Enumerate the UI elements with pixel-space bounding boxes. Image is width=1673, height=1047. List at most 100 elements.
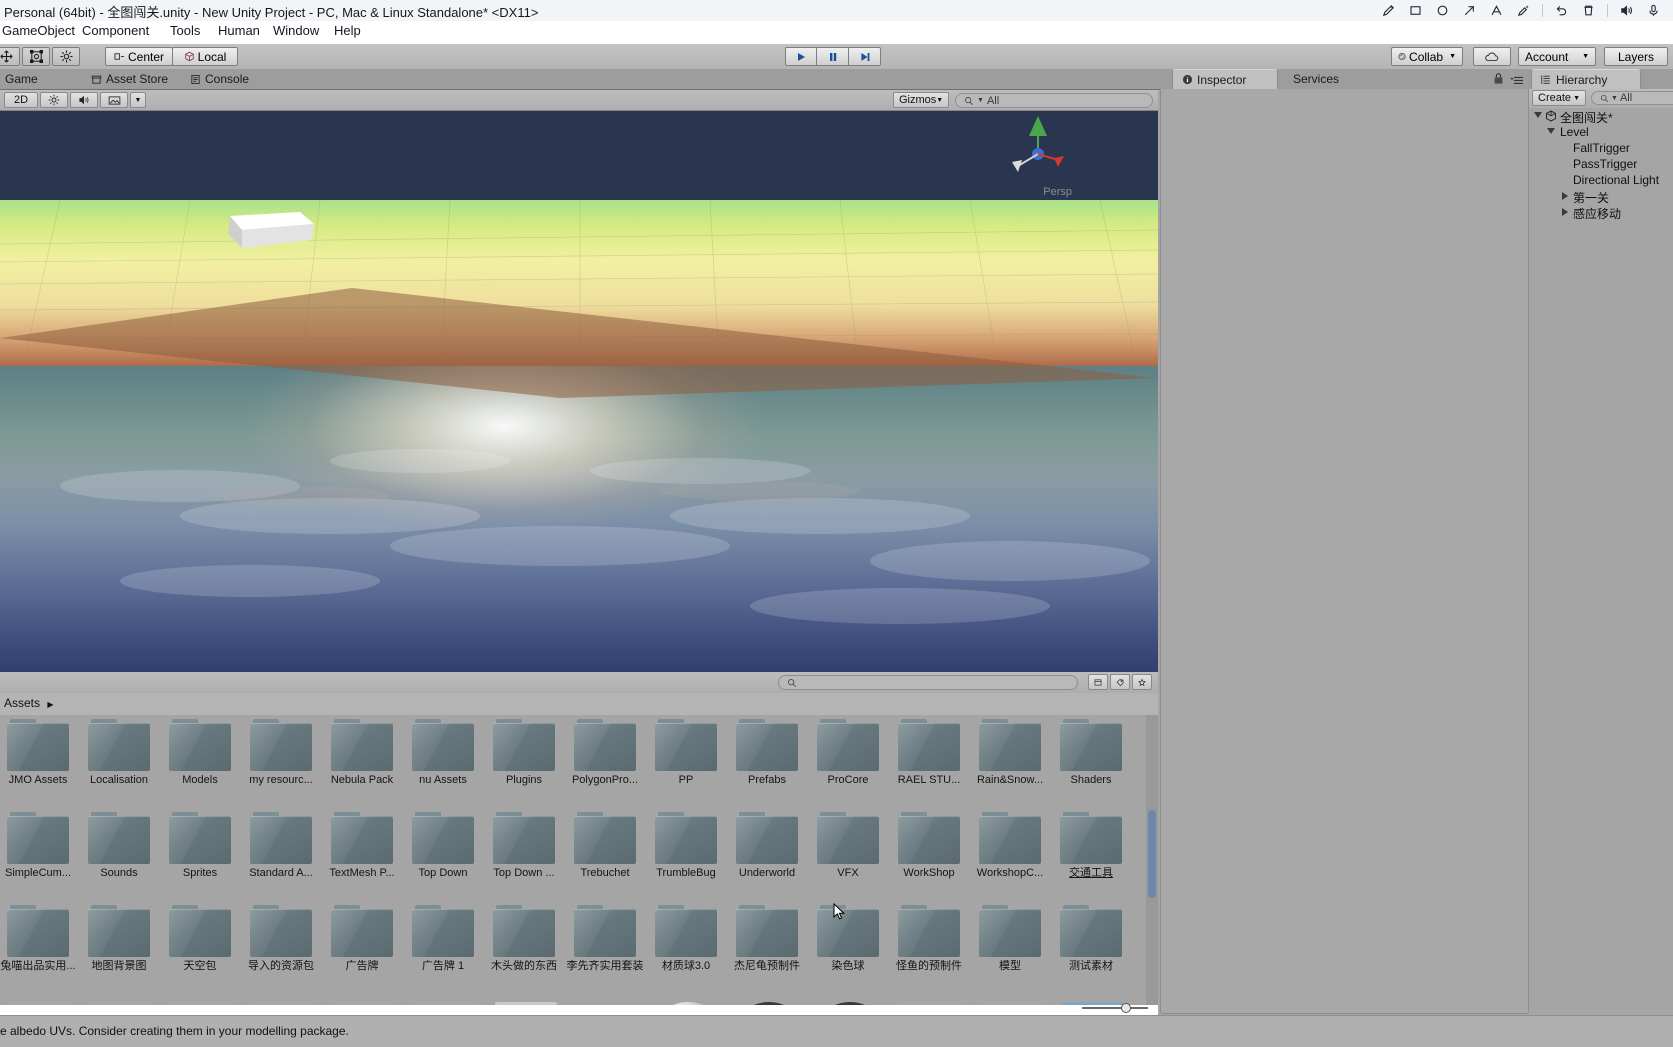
- account-button[interactable]: Account ▼: [1518, 47, 1596, 66]
- hierarchy-item-falltrigger[interactable]: FallTrigger: [1529, 140, 1673, 156]
- filter-by-label-icon[interactable]: [1110, 674, 1130, 690]
- favorites-star-icon[interactable]: [1132, 674, 1152, 690]
- asset-item[interactable]: WorkshopC...: [966, 812, 1054, 880]
- asset-item[interactable]: 李先齐实用套装: [561, 905, 649, 973]
- asset-thumbnail[interactable]: [495, 1002, 557, 1005]
- asset-thumbnail[interactable]: [9, 1002, 71, 1005]
- asset-item[interactable]: 杰尼龟预制件: [723, 905, 811, 973]
- project-scrollbar-thumb[interactable]: [1148, 810, 1156, 898]
- trash-icon[interactable]: [1575, 0, 1602, 21]
- microphone-icon[interactable]: [1640, 0, 1667, 21]
- asset-thumbnail[interactable]: [657, 1002, 719, 1005]
- tab-services[interactable]: Services: [1284, 69, 1348, 89]
- asset-item[interactable]: Trebuchet: [561, 812, 649, 880]
- asset-thumbnail[interactable]: [333, 1002, 395, 1005]
- asset-item[interactable]: 怪鱼的预制件: [885, 905, 973, 973]
- effects-dropdown-button[interactable]: ▼: [130, 92, 146, 108]
- speaker-icon-scene[interactable]: [70, 92, 98, 108]
- 2d-toggle-button[interactable]: 2D: [4, 92, 38, 108]
- asset-item[interactable]: 兔喵出品实用...: [0, 905, 82, 973]
- asset-item[interactable]: JMO Assets: [0, 719, 82, 787]
- asset-item[interactable]: TextMesh P...: [318, 812, 406, 880]
- asset-item[interactable]: 广告牌: [318, 905, 406, 973]
- rectangle-icon[interactable]: [1402, 0, 1429, 21]
- lock-icon[interactable]: [1493, 72, 1504, 90]
- collab-button[interactable]: Collab ▼: [1391, 47, 1463, 66]
- asset-item[interactable]: PP: [642, 719, 730, 787]
- step-button[interactable]: [849, 47, 881, 66]
- asset-item[interactable]: 广告牌 1: [399, 905, 487, 973]
- scene-viewport[interactable]: Persp: [0, 90, 1158, 672]
- tab-inspector[interactable]: Inspector: [1172, 69, 1278, 89]
- asset-thumbnail[interactable]: [819, 1002, 881, 1005]
- ellipse-icon[interactable]: [1429, 0, 1456, 21]
- asset-item[interactable]: Localisation: [75, 719, 163, 787]
- asset-item[interactable]: 交通工具: [1047, 812, 1135, 880]
- asset-thumbnail[interactable]: [414, 1002, 476, 1005]
- transform-tool-button[interactable]: [52, 47, 80, 66]
- asset-thumbnail[interactable]: [981, 1002, 1043, 1005]
- asset-item[interactable]: 木头做的东西: [480, 905, 568, 973]
- highlighter-icon[interactable]: [1510, 0, 1537, 21]
- menu-help[interactable]: Help: [334, 23, 361, 38]
- asset-thumbnail[interactable]: [900, 1002, 962, 1005]
- create-button[interactable]: Create ▼: [1532, 90, 1586, 106]
- asset-item[interactable]: Top Down ...: [480, 812, 568, 880]
- asset-item[interactable]: ProCore: [804, 719, 892, 787]
- asset-item[interactable]: Models: [156, 719, 244, 787]
- rect-tool-button[interactable]: [22, 47, 50, 66]
- project-scrollbar[interactable]: [1146, 715, 1158, 1005]
- asset-item[interactable]: 模型: [966, 905, 1054, 973]
- project-search-input[interactable]: [778, 675, 1078, 690]
- play-button[interactable]: [785, 47, 817, 66]
- asset-item[interactable]: 测试素材: [1047, 905, 1135, 973]
- asset-thumbnail[interactable]: [252, 1002, 314, 1005]
- asset-item[interactable]: Top Down: [399, 812, 487, 880]
- scene-search-input[interactable]: ▼ All: [955, 93, 1153, 108]
- breadcrumb[interactable]: Assets ▶: [4, 696, 54, 710]
- hierarchy-search-input[interactable]: ▼ All: [1591, 91, 1673, 105]
- asset-item[interactable]: Underworld: [723, 812, 811, 880]
- asset-item[interactable]: Standard A...: [237, 812, 325, 880]
- asset-item[interactable]: nu Assets: [399, 719, 487, 787]
- image-icon[interactable]: [100, 92, 128, 108]
- hierarchy-item-passtrigger[interactable]: PassTrigger: [1529, 156, 1673, 172]
- project-asset-grid[interactable]: JMO Assets Localisation Models my resour…: [0, 715, 1146, 1005]
- asset-item[interactable]: TrumbleBug: [642, 812, 730, 880]
- expander-down-icon[interactable]: [1534, 112, 1542, 118]
- asset-item[interactable]: Rain&Snow...: [966, 719, 1054, 787]
- asset-item[interactable]: SimpleCum...: [0, 812, 82, 880]
- hierarchy-item-level-one[interactable]: 第一关: [1529, 188, 1673, 205]
- tab-asset-store[interactable]: Asset Store: [82, 69, 177, 89]
- sun-icon[interactable]: [40, 92, 68, 108]
- asset-item[interactable]: Shaders: [1047, 719, 1135, 787]
- asset-item[interactable]: Nebula Pack: [318, 719, 406, 787]
- asset-item[interactable]: 染色球: [804, 905, 892, 973]
- asset-item[interactable]: 地图背景图: [75, 905, 163, 973]
- expander-down-icon[interactable]: [1547, 128, 1555, 134]
- status-bar[interactable]: e albedo UVs. Consider creating them in …: [0, 1015, 1673, 1047]
- cloud-button[interactable]: [1473, 47, 1511, 66]
- speaker-icon[interactable]: [1613, 0, 1640, 21]
- asset-item[interactable]: VFX: [804, 812, 892, 880]
- pivot-mode-button[interactable]: Center: [105, 47, 173, 66]
- tab-hierarchy[interactable]: Hierarchy: [1531, 69, 1641, 89]
- tab-console[interactable]: Console: [181, 69, 258, 89]
- move-tool-button[interactable]: [0, 47, 20, 66]
- expander-right-icon[interactable]: [1562, 192, 1568, 200]
- hierarchy-item-directional-light[interactable]: Directional Light: [1529, 172, 1673, 188]
- asset-thumbnail[interactable]: [171, 1002, 233, 1005]
- asset-size-slider[interactable]: [1080, 1002, 1150, 1014]
- menu-component[interactable]: Component: [82, 23, 149, 38]
- hierarchy-item-scene[interactable]: 全图闯关*: [1529, 108, 1673, 125]
- asset-item[interactable]: RAEL STU...: [885, 719, 973, 787]
- scene-orientation-gizmo[interactable]: [998, 110, 1078, 190]
- menu-gameobject[interactable]: GameObject: [2, 23, 75, 38]
- asset-item[interactable]: Prefabs: [723, 719, 811, 787]
- asset-item[interactable]: 天空包: [156, 905, 244, 973]
- pause-button[interactable]: [817, 47, 849, 66]
- filter-by-type-icon[interactable]: [1088, 674, 1108, 690]
- pivot-rotation-button[interactable]: Local: [172, 47, 238, 66]
- asset-thumbnail[interactable]: [738, 1002, 800, 1005]
- asset-item[interactable]: my resourc...: [237, 719, 325, 787]
